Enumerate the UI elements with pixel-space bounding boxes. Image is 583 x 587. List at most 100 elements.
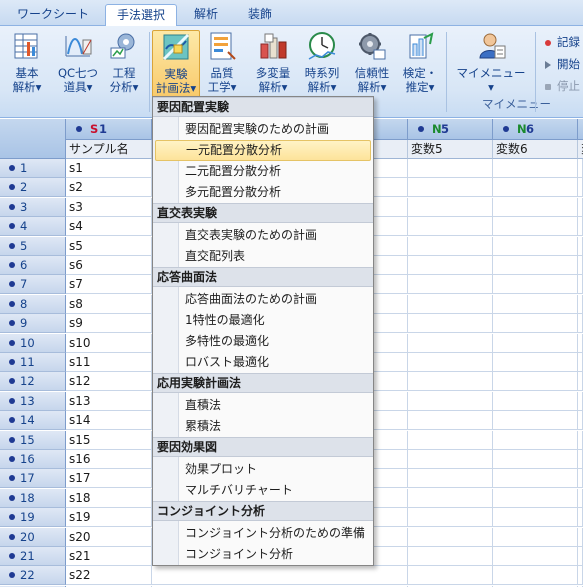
menu-item[interactable]: 効果プロット [153, 459, 373, 480]
sample-name-cell[interactable]: s13 [66, 392, 152, 411]
table-cell[interactable] [408, 431, 493, 450]
column-name-var6[interactable]: 変数6 [493, 140, 578, 159]
sample-name-cell[interactable]: s14 [66, 411, 152, 430]
table-cell[interactable] [408, 411, 493, 430]
table-cell[interactable] [408, 295, 493, 314]
table-cell[interactable] [408, 198, 493, 217]
process-analysis-button[interactable]: 工程 分析▾ [104, 30, 144, 102]
start-button[interactable]: 開始 [545, 56, 580, 72]
reliability-button[interactable]: 信頼性 解析▾ [350, 30, 394, 102]
sample-name-cell[interactable]: s7 [66, 275, 152, 294]
table-cell[interactable] [493, 159, 578, 178]
sample-name-cell[interactable]: s15 [66, 431, 152, 450]
menu-item[interactable]: 多元配置分散分析 [153, 182, 373, 203]
menu-item[interactable]: コンジョイント分析 [153, 544, 373, 565]
menu-item[interactable]: 二元配置分散分析 [153, 161, 373, 182]
row-header[interactable]: 18 [0, 489, 66, 508]
table-cell[interactable] [408, 256, 493, 275]
table-cell[interactable] [493, 372, 578, 391]
row-header[interactable]: 7 [0, 275, 66, 294]
table-cell[interactable] [578, 392, 583, 411]
column-header-n6[interactable]: N 6 [493, 119, 578, 140]
table-cell[interactable] [578, 159, 583, 178]
menu-item[interactable]: 要因配置実験のための計画 [153, 119, 373, 140]
table-cell[interactable] [493, 528, 578, 547]
basic-analysis-button[interactable]: 基本 解析▾ [6, 30, 48, 102]
table-cell[interactable] [493, 392, 578, 411]
tab-worksheet[interactable]: ワークシート [4, 4, 102, 26]
row-header[interactable]: 5 [0, 237, 66, 256]
column-name-next[interactable]: 変 [578, 140, 583, 159]
table-cell[interactable] [408, 275, 493, 294]
menu-item[interactable]: 直交表実験のための計画 [153, 225, 373, 246]
row-header[interactable]: 21 [0, 547, 66, 566]
row-header[interactable]: 8 [0, 295, 66, 314]
sample-name-cell[interactable]: s9 [66, 314, 152, 333]
table-cell[interactable] [493, 469, 578, 488]
table-cell[interactable] [578, 547, 583, 566]
row-header[interactable]: 12 [0, 372, 66, 391]
table-cell[interactable] [578, 334, 583, 353]
sample-name-cell[interactable]: s16 [66, 450, 152, 469]
test-estimation-button[interactable]: 検定・ 推定▾ [398, 30, 442, 102]
table-cell[interactable] [578, 295, 583, 314]
column-name-var5[interactable]: 変数5 [408, 140, 493, 159]
table-cell[interactable] [408, 469, 493, 488]
table-cell[interactable] [493, 217, 578, 236]
table-cell[interactable] [578, 450, 583, 469]
menu-item[interactable]: 1特性の最適化 [153, 310, 373, 331]
stop-button[interactable]: 停止 [545, 78, 580, 94]
menu-item[interactable]: マルチバリチャート [153, 480, 373, 501]
sample-name-cell[interactable]: s2 [66, 178, 152, 197]
table-cell[interactable] [408, 566, 493, 585]
qc-seven-tools-button[interactable]: QC七つ 道具▾ [54, 30, 102, 102]
row-header[interactable]: 9 [0, 314, 66, 333]
sample-name-cell[interactable]: s18 [66, 489, 152, 508]
table-cell[interactable] [408, 237, 493, 256]
table-cell[interactable] [578, 237, 583, 256]
table-cell[interactable] [408, 334, 493, 353]
table-cell[interactable] [408, 450, 493, 469]
table-cell[interactable] [408, 528, 493, 547]
table-cell[interactable] [578, 217, 583, 236]
sample-name-cell[interactable]: s22 [66, 566, 152, 585]
row-header[interactable]: 6 [0, 256, 66, 275]
sample-name-cell[interactable]: s3 [66, 198, 152, 217]
table-cell[interactable] [408, 353, 493, 372]
sample-name-cell[interactable]: s11 [66, 353, 152, 372]
table-cell[interactable] [408, 372, 493, 391]
table-cell[interactable] [578, 528, 583, 547]
sample-name-cell[interactable]: s1 [66, 159, 152, 178]
sample-name-cell[interactable]: s6 [66, 256, 152, 275]
column-header-n5[interactable]: N 5 [408, 119, 493, 140]
row-header[interactable]: 11 [0, 353, 66, 372]
table-cell[interactable] [578, 411, 583, 430]
table-cell[interactable] [493, 566, 578, 585]
menu-item[interactable]: 応答曲面法のための計画 [153, 289, 373, 310]
row-header[interactable]: 10 [0, 334, 66, 353]
sample-name-cell[interactable]: s12 [66, 372, 152, 391]
table-cell[interactable] [493, 314, 578, 333]
table-cell[interactable] [408, 159, 493, 178]
column-header-s1[interactable]: S 1 [66, 119, 152, 140]
row-header[interactable]: 19 [0, 508, 66, 527]
sample-name-cell[interactable]: s17 [66, 469, 152, 488]
table-cell[interactable] [493, 450, 578, 469]
table-cell[interactable] [493, 489, 578, 508]
sample-name-cell[interactable]: s8 [66, 295, 152, 314]
sample-name-cell[interactable]: s5 [66, 237, 152, 256]
row-header[interactable]: 4 [0, 217, 66, 236]
row-header[interactable]: 2 [0, 178, 66, 197]
table-cell[interactable] [578, 314, 583, 333]
menu-item[interactable]: 直積法 [153, 395, 373, 416]
menu-item[interactable]: 直交配列表 [153, 246, 373, 267]
table-cell[interactable] [493, 198, 578, 217]
grid-corner[interactable] [0, 119, 66, 159]
table-cell[interactable] [578, 372, 583, 391]
table-cell[interactable] [408, 314, 493, 333]
row-header[interactable]: 17 [0, 469, 66, 488]
table-cell[interactable] [408, 217, 493, 236]
menu-item[interactable]: 多特性の最適化 [153, 331, 373, 352]
table-cell[interactable] [493, 178, 578, 197]
table-cell[interactable] [578, 178, 583, 197]
